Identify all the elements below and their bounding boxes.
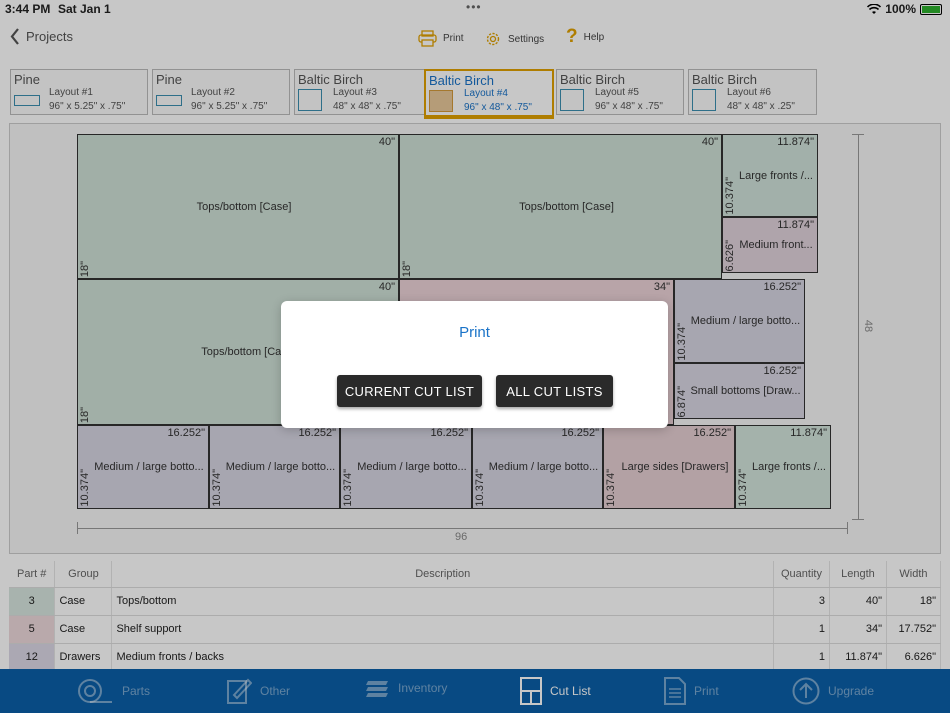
current-cut-list-button[interactable]: CURRENT CUT LIST: [337, 375, 482, 407]
all-cut-lists-button[interactable]: ALL CUT LISTS: [496, 375, 613, 407]
print-dialog: Print CURRENT CUT LIST ALL CUT LISTS: [281, 301, 668, 428]
dialog-title: Print: [459, 324, 490, 341]
